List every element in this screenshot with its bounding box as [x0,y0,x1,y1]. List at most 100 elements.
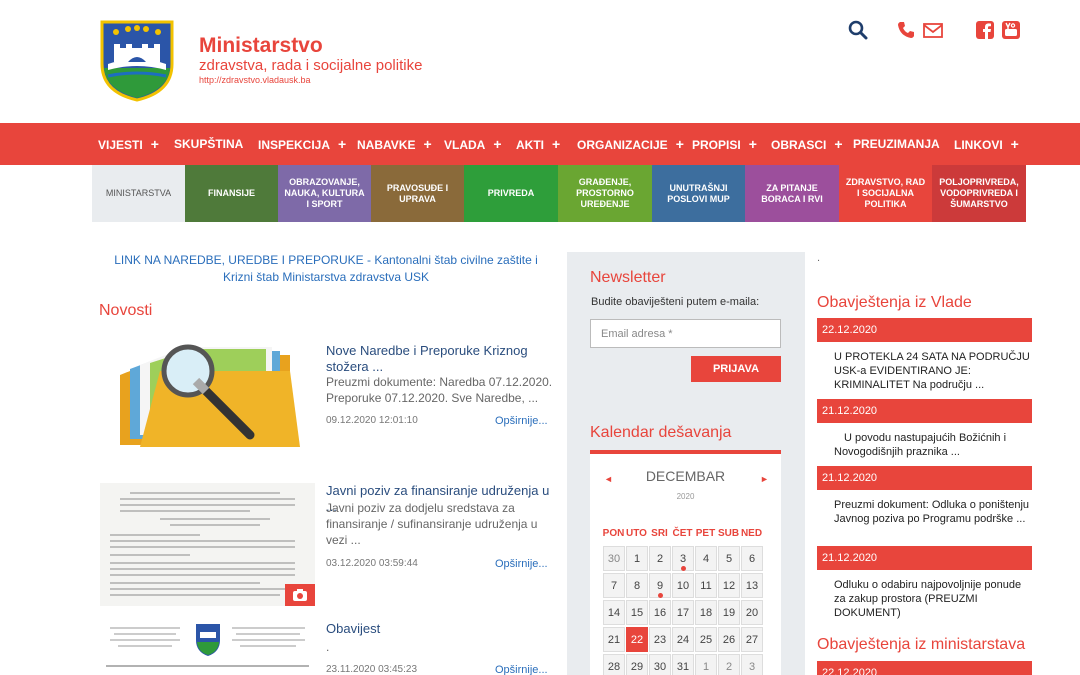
calendar-day[interactable]: 20 [741,600,763,625]
calendar-day[interactable]: 13 [741,573,763,598]
calendar-day[interactable]: 16 [649,600,671,625]
notice-3-text[interactable]: Preuzmi dokument: Odluka o poništenju Ja… [834,498,1030,526]
calendar-day[interactable]: 17 [672,600,694,625]
facebook-icon[interactable] [975,20,995,40]
news-3-more-link[interactable]: Opširnije... [495,664,548,675]
site-url[interactable]: http://zdravstvo.vladausk.ba [199,75,311,85]
calendar-day[interactable]: 5 [718,546,740,571]
calendar-day[interactable]: 11 [695,573,717,598]
nav-expand-icon[interactable]: + [423,136,431,152]
calendar-day[interactable]: 30 [649,654,671,675]
calendar-day[interactable]: 26 [718,627,740,652]
notice-link[interactable]: LINK NA NAREDBE, UREDBE I PREPORUKE - Ka… [100,252,552,286]
calendar-day[interactable]: 14 [603,600,625,625]
nav-expand-icon[interactable]: + [338,136,346,152]
nav-label: PROPISI [692,138,741,152]
calendar-day[interactable]: 3 [741,654,763,675]
calendar-day[interactable]: 31 [672,654,694,675]
tile-pravosudje[interactable]: PRAVOSUĐE I UPRAVA [371,165,464,222]
camera-icon[interactable] [285,584,315,606]
calendar-day[interactable]: 12 [718,573,740,598]
main-navigation: VIJESTI + SKUPŠTINA INSPEKCIJA + NABAVKE + … [0,123,1080,165]
nav-linkovi[interactable]: LINKOVI + [954,123,1019,165]
calendar-day[interactable]: 23 [649,627,671,652]
nav-expand-icon[interactable]: + [1011,136,1019,152]
tile-gradjenje[interactable]: GRAĐENJE, PROSTORNO UREĐENJE [558,165,652,222]
site-title[interactable]: Ministarstvo [199,34,323,58]
subscribe-button[interactable]: PRIJAVA [691,356,781,382]
nav-expand-icon[interactable]: + [834,136,842,152]
calendar-day[interactable]: 9 [649,573,671,598]
calendar-day[interactable]: 1 [695,654,717,675]
calendar-day[interactable]: 7 [603,573,625,598]
calendar-weekday: ČET [672,528,693,539]
ministry-crest-logo[interactable] [98,18,176,102]
email-input[interactable] [590,319,781,348]
calendar-day[interactable]: 3 [672,546,694,571]
calendar-day[interactable]: 19 [718,600,740,625]
ministry-notice-1-date: 22.12.2020 [817,661,1032,675]
calendar-next-button[interactable]: ► [760,474,769,484]
nav-inspekcija[interactable]: INSPEKCIJA + [258,123,346,165]
news-1-excerpt: Preuzmi dokumente: Naredba 07.12.2020. P… [326,375,553,405]
calendar-event-dot [658,593,663,598]
calendar-day-number: 9 [656,580,664,592]
nav-vijesti[interactable]: VIJESTI + [98,123,159,165]
nav-expand-icon[interactable]: + [493,136,501,152]
nav-skupstina[interactable]: SKUPŠTINA [174,123,243,165]
calendar-day[interactable]: 15 [626,600,648,625]
calendar-day[interactable]: 29 [626,654,648,675]
tile-obrazovanje[interactable]: OBRAZOVANJE, NAUKA, KULTURA I SPORT [278,165,371,222]
news-image-folders[interactable] [100,335,315,452]
calendar-day[interactable]: 25 [695,627,717,652]
tile-unutrasnji-poslovi[interactable]: UNUTRAŠNJI POSLOVI MUP [652,165,745,222]
calendar-day[interactable]: 1 [626,546,648,571]
tile-finansije[interactable]: FINANSIJE [185,165,278,222]
nav-obrasci[interactable]: OBRASCI + [771,123,843,165]
notice-2-text[interactable]: U povodu nastupajućih Božićnih i Novogod… [834,431,1030,459]
nav-vlada[interactable]: VLADA + [444,123,502,165]
calendar-day[interactable]: 30 [603,546,625,571]
youtube-icon[interactable] [1001,20,1021,40]
calendar-day[interactable]: 4 [695,546,717,571]
news-2-more-link[interactable]: Opširnije... [495,558,548,570]
calendar-day[interactable]: 28 [603,654,625,675]
news-1-title[interactable]: Nove Naredbe i Preporuke Kriznog stožera… [326,343,554,375]
calendar-day[interactable]: 2 [649,546,671,571]
calendar-day[interactable]: 10 [672,573,694,598]
nav-preuzimanja[interactable]: PREUZIMANJA [853,123,940,165]
calendar-day-number: 31 [676,661,690,673]
nav-organizacije[interactable]: ORGANIZACIJE + [577,123,684,165]
news-1-more-link[interactable]: Opširnije... [495,415,548,427]
notice-1-text[interactable]: U PROTEKLA 24 SATA NA PODRUČJU USK-a EVI… [834,350,1030,392]
nav-akti[interactable]: AKTI + [516,123,560,165]
search-icon[interactable] [848,20,868,40]
mail-icon[interactable] [922,20,944,40]
calendar-day[interactable]: 21 [603,627,625,652]
calendar-day[interactable]: 18 [695,600,717,625]
calendar-day[interactable]: 27 [741,627,763,652]
nav-propisi[interactable]: PROPISI + [692,123,757,165]
nav-expand-icon[interactable]: + [749,136,757,152]
calendar-day[interactable]: 6 [741,546,763,571]
nav-expand-icon[interactable]: + [552,136,560,152]
news-image-letterhead[interactable] [100,620,315,675]
nav-expand-icon[interactable]: + [676,136,684,152]
tile-ministarstva[interactable]: MINISTARSTVA [92,165,185,222]
nav-label: PREUZIMANJA [853,137,940,151]
nav-expand-icon[interactable]: + [151,136,159,152]
calendar-day[interactable]: 2 [718,654,740,675]
tile-boraca[interactable]: ZA PITANJE BORACA I RVI [745,165,839,222]
calendar-day-number: 2 [656,553,664,565]
tile-poljoprivreda[interactable]: POLJOPRIVREDA, VODOPRIVREDA I ŠUMARSTVO [932,165,1026,222]
tile-zdravstvo[interactable]: ZDRAVSTVO, RAD I SOCIJALNA POLITIKA [839,165,932,222]
phone-icon[interactable] [896,20,916,40]
calendar-day[interactable]: 8 [626,573,648,598]
news-3-title[interactable]: Obavijest [326,621,554,637]
nav-nabavke[interactable]: NABAVKE + [357,123,432,165]
calendar-day[interactable]: 24 [672,627,694,652]
calendar-day[interactable]: 22 [626,627,648,652]
news-image-document[interactable] [100,483,315,606]
tile-privreda[interactable]: PRIVREDA [464,165,558,222]
notice-4-text[interactable]: Odluku o odabiru najpovoljnije ponude za… [834,578,1030,620]
